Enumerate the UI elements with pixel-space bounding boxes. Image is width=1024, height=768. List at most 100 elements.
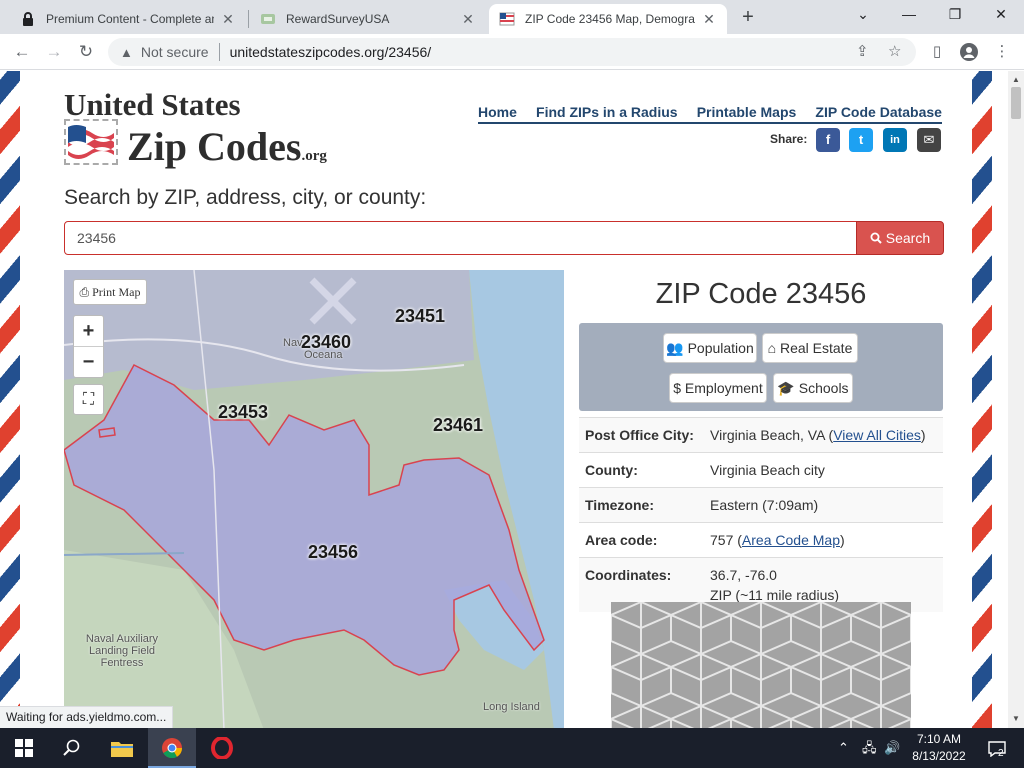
bookmark-star-icon[interactable]: ☆: [888, 42, 901, 60]
airmail-border-right: [972, 71, 992, 728]
tab-search-button[interactable]: ⌄: [840, 0, 886, 30]
stats-button-panel: 👥 Population ⌂ Real Estate $ Employment …: [579, 323, 943, 411]
linkedin-icon[interactable]: in: [883, 128, 907, 152]
tab-zip-code-23456[interactable]: ZIP Code 23456 Map, Demograp ✕: [489, 4, 727, 34]
users-icon: 👥: [666, 340, 684, 356]
flag-stamp-logo[interactable]: [64, 119, 118, 165]
close-icon[interactable]: ✕: [220, 11, 236, 28]
back-button[interactable]: ←: [10, 40, 34, 64]
population-button[interactable]: 👥 Population: [663, 333, 757, 363]
restore-button[interactable]: ❐: [932, 0, 978, 30]
area-code-map-link[interactable]: Area Code Map: [742, 532, 840, 548]
search-button[interactable]: Search: [856, 221, 944, 255]
logo-text-line2[interactable]: Zip Codes.org: [127, 123, 327, 170]
county-key: County:: [579, 452, 704, 488]
table-row: Post Office City: Virginia Beach, VA (Vi…: [579, 417, 943, 453]
employment-label: $ Employment: [673, 380, 763, 396]
email-icon[interactable]: ✉: [917, 128, 941, 152]
share-icon[interactable]: ⇪: [856, 42, 869, 60]
real-estate-label: Real Estate: [779, 340, 853, 356]
real-estate-button[interactable]: ⌂ Real Estate: [762, 333, 858, 363]
search-input[interactable]: [64, 221, 858, 255]
warning-icon[interactable]: ▲: [120, 45, 133, 60]
start-button[interactable]: [0, 728, 48, 768]
security-label[interactable]: Not secure: [141, 44, 209, 60]
view-all-cities-link[interactable]: View All Cities: [833, 427, 921, 443]
nav-database-link[interactable]: ZIP Code Database: [815, 104, 942, 120]
flag-icon: [499, 12, 515, 26]
timezone-value: Eastern (7:09am): [704, 487, 943, 523]
home-icon: ⌂: [767, 340, 777, 356]
advertisement[interactable]: [611, 602, 911, 728]
minimize-button[interactable]: —: [886, 0, 932, 30]
employment-button[interactable]: $ Employment: [669, 373, 767, 403]
zip-label-23461: 23461: [433, 415, 484, 435]
browser-menu-icon[interactable]: ⋮: [990, 40, 1014, 64]
side-panel-icon[interactable]: ▯: [925, 40, 949, 64]
survey-icon: [261, 14, 275, 24]
tab-premium-content[interactable]: Premium Content - Complete an ✕: [10, 4, 246, 34]
share-label: Share:: [770, 132, 808, 146]
page-viewport: United States Zip Codes.org Home Find ZI…: [0, 71, 1008, 728]
population-label: Population: [687, 340, 754, 356]
tab-title: Premium Content - Complete an: [46, 12, 214, 26]
close-window-button[interactable]: ✕: [978, 0, 1024, 30]
new-tab-button[interactable]: +: [736, 6, 760, 30]
scroll-up-icon[interactable]: ▲: [1008, 73, 1024, 87]
search-icon[interactable]: [48, 728, 96, 768]
system-clock[interactable]: 7:10 AM 8/13/2022: [900, 731, 978, 765]
file-explorer-icon[interactable]: [98, 728, 146, 768]
forward-button[interactable]: →: [42, 40, 66, 64]
page-content: United States Zip Codes.org Home Find ZI…: [20, 71, 972, 728]
chrome-icon[interactable]: [148, 728, 196, 768]
url-text[interactable]: unitedstateszipcodes.org/23456/: [230, 44, 432, 60]
zoom-out-button[interactable]: −: [74, 346, 103, 376]
nav-printable-maps-link[interactable]: Printable Maps: [697, 104, 797, 120]
airmail-border-left: [0, 71, 20, 728]
zip-info-table: Post Office City: Virginia Beach, VA (Vi…: [579, 417, 943, 612]
address-divider: [218, 43, 220, 61]
place-label-nav: Nav: [283, 337, 303, 349]
table-row: Area code: 757 (Area Code Map): [579, 522, 943, 558]
print-map-label: Print Map: [92, 285, 141, 299]
zip-map[interactable]: ⎙ Print Map + − ⛶ 23460 23451 23453 2346…: [64, 270, 564, 728]
schools-button[interactable]: 🎓 Schools: [773, 373, 853, 403]
close-icon[interactable]: ✕: [460, 11, 476, 28]
zoom-control: + −: [73, 315, 104, 378]
scroll-down-icon[interactable]: ▼: [1008, 712, 1024, 726]
table-row: County: Virginia Beach city: [579, 452, 943, 488]
zoom-in-button[interactable]: +: [74, 316, 103, 346]
facebook-icon[interactable]: f: [816, 128, 840, 152]
nav-home-link[interactable]: Home: [478, 104, 517, 120]
reload-button[interactable]: ↻: [74, 40, 98, 64]
place-label-fentress: Naval Auxiliary Landing Field Fentress: [85, 633, 159, 669]
tab-title: ZIP Code 23456 Map, Demograp: [525, 12, 695, 26]
vertical-scrollbar[interactable]: ▲ ▼: [1008, 71, 1024, 728]
nav-radius-link[interactable]: Find ZIPs in a Radius: [536, 104, 678, 120]
opera-icon[interactable]: [198, 728, 246, 768]
tab-rewardsurvey[interactable]: RewardSurveyUSA ✕: [250, 4, 486, 34]
scroll-thumb[interactable]: [1011, 87, 1021, 119]
area-code-key: Area code:: [579, 522, 704, 558]
address-bar[interactable]: ▲ Not secure unitedstateszipcodes.org/23…: [108, 38, 916, 66]
clock-time: 7:10 AM: [916, 732, 962, 746]
status-bubble: Waiting for ads.yieldmo.com...: [0, 706, 174, 728]
tab-separator: [248, 10, 249, 28]
area-code-value: 757 (Area Code Map): [704, 522, 943, 558]
logo-text-line1[interactable]: United States: [64, 87, 241, 123]
profile-avatar-icon[interactable]: [957, 40, 981, 64]
print-map-button[interactable]: ⎙ Print Map: [73, 279, 147, 305]
close-icon[interactable]: ✕: [701, 11, 717, 28]
search-button-label: Search: [885, 230, 931, 246]
fullscreen-icon[interactable]: ⛶: [73, 384, 104, 415]
show-hidden-icons-icon[interactable]: ⌃: [838, 728, 849, 768]
network-icon[interactable]: 🖧: [862, 728, 877, 768]
tab-strip: Premium Content - Complete an ✕ RewardSu…: [0, 0, 1024, 34]
post-office-city-suffix: ): [920, 427, 926, 443]
logo-zipcodes: Zip Codes: [127, 124, 302, 169]
twitter-icon[interactable]: t: [849, 128, 873, 152]
notifications-icon[interactable]: 2: [985, 728, 1009, 768]
ad-pattern-image: [611, 602, 911, 728]
volume-icon[interactable]: 🔊: [884, 728, 900, 768]
logo-org-suffix: .org: [301, 148, 327, 164]
